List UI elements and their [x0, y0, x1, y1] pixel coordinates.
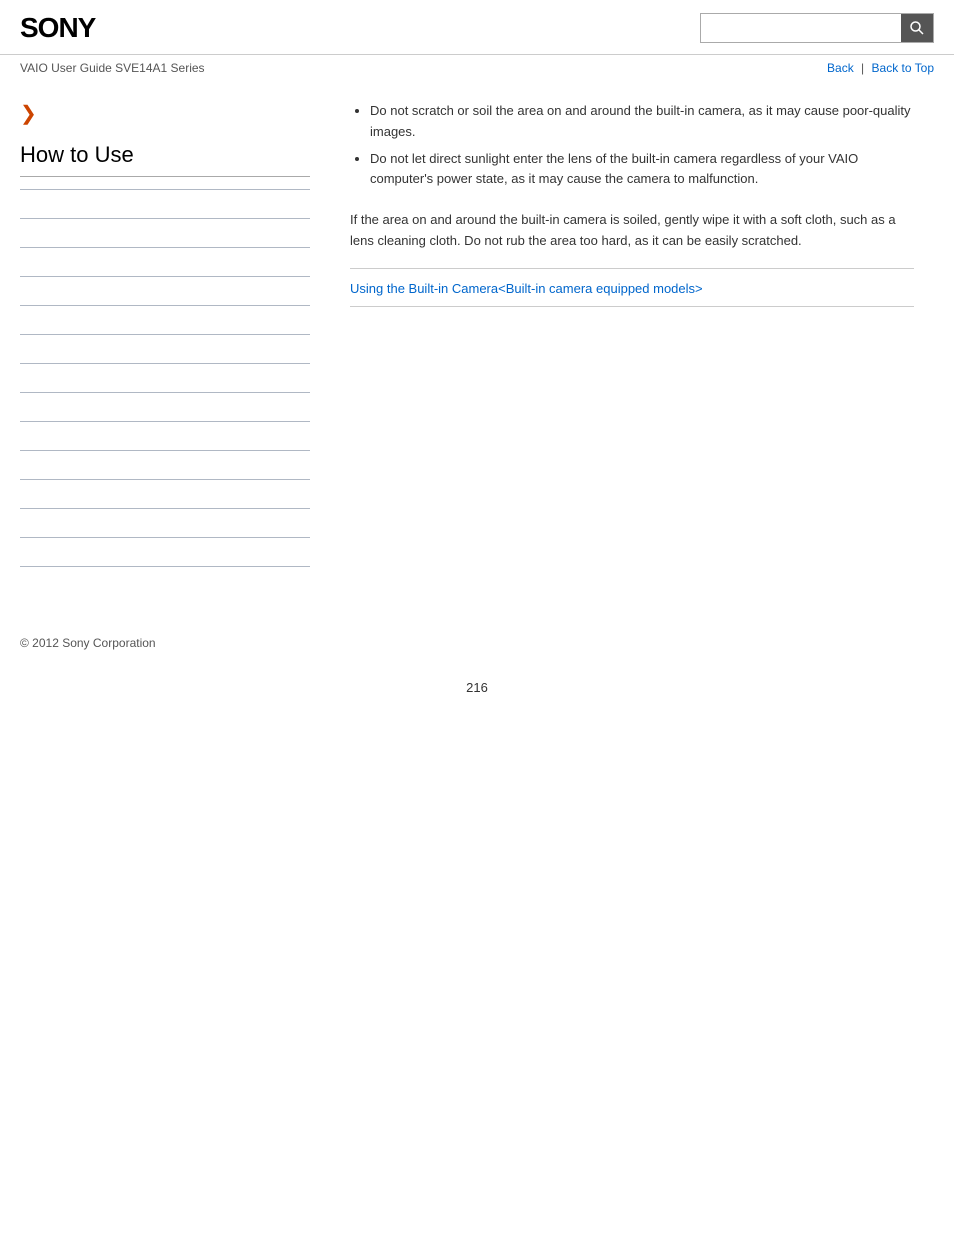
header: SONY [0, 0, 954, 55]
main-container: ❯ How to Use Do not scratch or soil the … [0, 81, 954, 615]
sidebar-line-9 [20, 421, 310, 422]
sidebar-line-14 [20, 566, 310, 567]
back-link[interactable]: Back [827, 61, 854, 75]
bullet-item-2: Do not let direct sunlight enter the len… [370, 149, 914, 191]
sidebar-line-11 [20, 479, 310, 480]
search-bar [700, 13, 934, 43]
sub-header: VAIO User Guide SVE14A1 Series Back | Ba… [0, 55, 954, 81]
sidebar-line-4 [20, 276, 310, 277]
search-input[interactable] [701, 14, 901, 42]
search-icon [909, 20, 925, 36]
content-area: Do not scratch or soil the area on and a… [330, 81, 934, 615]
copyright-text: © 2012 Sony Corporation [20, 636, 156, 650]
sidebar-line-7 [20, 363, 310, 364]
back-to-top-link[interactable]: Back to Top [872, 61, 934, 75]
sidebar-line-13 [20, 537, 310, 538]
sidebar-line-1 [20, 189, 310, 190]
footer: © 2012 Sony Corporation [0, 615, 954, 660]
related-link[interactable]: Using the Built-in Camera<Built-in camer… [350, 281, 703, 296]
sidebar-line-10 [20, 450, 310, 451]
sidebar-line-8 [20, 392, 310, 393]
bullet-section: Do not scratch or soil the area on and a… [350, 101, 914, 190]
sidebar-title: How to Use [20, 142, 310, 177]
nav-links: Back | Back to Top [827, 61, 934, 75]
main-paragraph: If the area on and around the built-in c… [350, 210, 914, 252]
paragraph-section: If the area on and around the built-in c… [350, 210, 914, 307]
breadcrumb: VAIO User Guide SVE14A1 Series [20, 61, 205, 75]
divider-1 [350, 268, 914, 269]
page-number: 216 [0, 660, 954, 705]
sidebar-line-3 [20, 247, 310, 248]
sidebar-line-12 [20, 508, 310, 509]
bullet-list: Do not scratch or soil the area on and a… [350, 101, 914, 190]
bullet-item-1: Do not scratch or soil the area on and a… [370, 101, 914, 143]
sidebar-chevron: ❯ [20, 101, 310, 126]
search-button[interactable] [901, 14, 933, 42]
sidebar-lines [20, 189, 310, 567]
sony-logo: SONY [20, 12, 95, 44]
sidebar: ❯ How to Use [20, 81, 330, 615]
divider-2 [350, 306, 914, 307]
sidebar-line-5 [20, 305, 310, 306]
sidebar-line-2 [20, 218, 310, 219]
nav-separator: | [861, 61, 864, 75]
sidebar-line-6 [20, 334, 310, 335]
